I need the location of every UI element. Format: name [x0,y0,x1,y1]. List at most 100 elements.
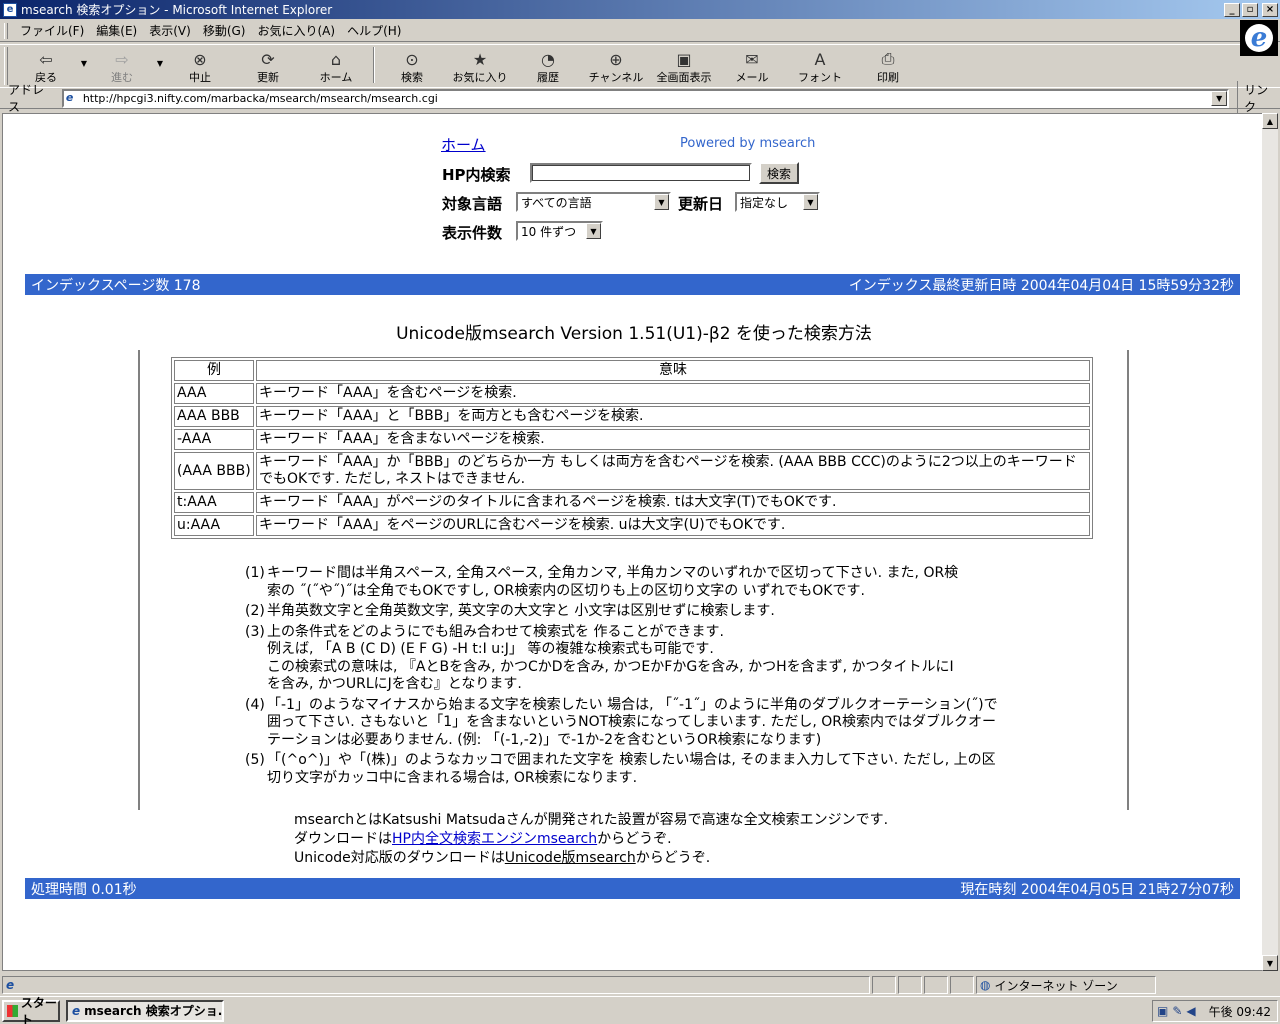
list-item: (1) キーワード間は半角スペース, 全角スペース, 全角カンマ, 半角カンマの… [245,565,1025,600]
credit-line-2: ダウンロードはHP内全文検索エンジンmsearchからどうぞ. [294,830,888,849]
fullscreen-button[interactable]: ▣ 全画面表示 [650,45,718,85]
back-button[interactable]: ⇦ 戻る [14,45,78,85]
forward-arrow-icon: ⇨ [115,49,129,69]
status-pane [924,976,948,994]
taskbar-item-ie[interactable]: e msearch 検索オプショ... [66,999,224,1022]
home-button[interactable]: ⌂ ホーム [302,45,370,85]
menu-help[interactable]: ヘルプ(H) [341,22,407,39]
credits: msearchとはKatsushi Matsudaさんが開発された設置が容易で高… [294,811,888,868]
table-cell-meaning: キーワード「AAA」を含むページを検索. [256,383,1090,404]
history-label: 履歴 [537,71,559,84]
menu-go[interactable]: 移動(G) [197,22,252,39]
address-bar: アドレス e http://hpcgi3.nifty.com/marbacka/… [0,81,1280,115]
table-cell-meaning: キーワード「AAA」を含まないページを検索. [256,429,1090,450]
note-text: 「-1」のようなマイナスから始まる文字を検索したい 場合は, 「˝-1˝」のよう… [267,696,998,748]
table-cell-example: AAA [174,383,254,404]
pen-icon[interactable]: ✎ [1172,1004,1182,1018]
search-submit-button[interactable]: 検索 [759,162,799,184]
search-input[interactable] [530,163,752,183]
table-cell-example: t:AAA [174,492,254,513]
mail-button[interactable]: ✉ メール [718,45,786,85]
updated-select-value: 指定なし [740,195,789,210]
index-info-bar: インデックスページ数 178 インデックス最終更新日時 2004年04月04日 … [25,274,1240,295]
print-icon: ⎙ [881,49,895,68]
table-cell-meaning: キーワード「AAA」がページのタイトルに含まれるページを検索. tは大文字(T)… [256,492,1090,513]
system-tray: ▣ ✎ ◀ 午後 09:42 [1152,1000,1278,1022]
list-item: (3) 上の条件式をどのようにでも組み合わせて検索式を 作ることができます. 例… [245,624,1025,694]
fullscreen-icon: ▣ [676,49,692,69]
note-text: 半角英数文字と全角英数文字, 英文字の大文字と 小文字は区別せずに検索します. [267,603,775,619]
channels-button[interactable]: ⊕ チャンネル [582,45,650,85]
print-label: 印刷 [877,71,899,84]
home-link[interactable]: ホーム [441,134,486,155]
windows-logo-icon [7,1004,18,1017]
history-button[interactable]: ◔ 履歴 [514,45,582,85]
address-input[interactable]: e http://hpcgi3.nifty.com/marbacka/msear… [61,88,1230,108]
zone-label: インターネット ゾーン [994,978,1118,993]
back-arrow-icon: ⇦ [39,49,53,69]
note-text: キーワード間は半角スペース, 全角スペース, 全角カンマ, 半角カンマのいずれか… [267,565,959,599]
print-button[interactable]: ⎙ 印刷 [854,45,922,85]
close-button[interactable]: × [1262,2,1278,17]
updated-select[interactable]: 指定なし ▼ [735,192,820,212]
vertical-scrollbar[interactable]: ▲ ▼ [1262,113,1278,971]
table-header-meaning: 意味 [256,360,1090,381]
home-icon: ⌂ [330,49,342,69]
menu-view[interactable]: 表示(V) [143,22,197,39]
address-dropdown-icon[interactable]: ▼ [1211,90,1228,106]
language-select[interactable]: すべての言語 ▼ [516,192,671,212]
volume-icon[interactable]: ◀ [1186,1004,1195,1018]
table-header-row: 例 意味 [174,360,1090,381]
forward-label: 進む [111,71,133,84]
stop-label: 中止 [189,71,211,84]
forward-button[interactable]: ⇨ 進む [90,45,154,85]
table-row: -AAA キーワード「AAA」を含まないページを検索. [174,429,1090,450]
menu-favorites[interactable]: お気に入り(A) [251,22,341,39]
mail-icon: ✉ [745,49,759,69]
page-heading: Unicode版msearch Version 1.51(U1)-β2 を使った… [396,324,872,344]
note-text: 上の条件式をどのようにでも組み合わせて検索式を 作ることができます. 例えば, … [267,623,954,693]
chevron-down-icon: ▼ [803,194,818,210]
menu-edit[interactable]: 編集(E) [90,22,143,39]
list-item: (2) 半角英数文字と全角英数文字, 英文字の大文字と 小文字は区別せずに検索し… [245,603,1025,621]
links-button[interactable]: リンク [1237,81,1280,115]
security-zone: ◍ インターネット ゾーン [976,976,1156,994]
count-select[interactable]: 10 件ずつ ▼ [516,221,603,241]
minimize-button[interactable]: _ [1224,2,1240,17]
menu-bar: ファイル(F) 編集(E) 表示(V) 移動(G) お気に入り(A) ヘルプ(H… [0,20,1280,42]
network-icon[interactable]: ▣ [1157,1004,1168,1018]
stop-button[interactable]: ⊗ 中止 [166,45,234,85]
favorites-icon: ★ [472,49,488,69]
search-button[interactable]: ⊙ 検索 [378,45,446,85]
search-icon: ⊙ [405,49,419,69]
page-icon: e [65,91,74,104]
scroll-down-icon[interactable]: ▼ [1262,955,1278,971]
refresh-button[interactable]: ⟳ 更新 [234,45,302,85]
table-row: AAA BBB キーワード「AAA」と「BBB」を両方とも含むページを検索. [174,406,1090,427]
back-dropdown[interactable]: ▼ [78,45,90,68]
table-cell-meaning: キーワード「AAA」をページのURLに含むページを検索. uは大文字(U)でもO… [256,515,1090,536]
table-row: (AAA BBB) キーワード「AAA」か「BBB」のどちらか一方 もしくは両方… [174,452,1090,490]
note-number: (5) [245,752,265,768]
maximize-button[interactable]: ▫ [1242,2,1258,17]
forward-dropdown[interactable]: ▼ [154,45,166,68]
unicode-msearch-link[interactable]: Unicode版msearch [505,850,636,866]
font-button[interactable]: A フォント [786,45,854,85]
clock: 午後 09:42 [1208,1004,1271,1019]
updated-label: 更新日 [678,195,724,213]
favorites-button[interactable]: ★ お気に入り [446,45,514,85]
table-row: AAA キーワード「AAA」を含むページを検索. [174,383,1090,404]
ie-logo-icon: e [1245,23,1273,53]
chevron-down-icon: ▼ [654,194,669,210]
list-item: (4) 「-1」のようなマイナスから始まる文字を検索したい 場合は, 「˝-1˝… [245,697,1025,750]
toolbar-separator [373,47,375,83]
msearch-download-link[interactable]: HP内全文検索エンジンmsearch [392,831,597,847]
footer-info-bar: 処理時間 0.01秒 現在時刻 2004年04月05日 21時27分07秒 [25,878,1240,899]
fullscreen-label: 全画面表示 [656,71,712,84]
menu-file[interactable]: ファイル(F) [14,22,90,39]
credit-line-1: msearchとはKatsushi Matsudaさんが開発された設置が容易で高… [294,812,889,828]
scroll-up-icon[interactable]: ▲ [1262,113,1278,129]
table-cell-meaning: キーワード「AAA」か「BBB」のどちらか一方 もしくは両方を含むページを検索.… [256,452,1090,490]
start-button[interactable]: スタート [2,996,60,1024]
syntax-table: 例 意味 AAA キーワード「AAA」を含むページを検索. AAA BBB キー… [171,357,1093,539]
